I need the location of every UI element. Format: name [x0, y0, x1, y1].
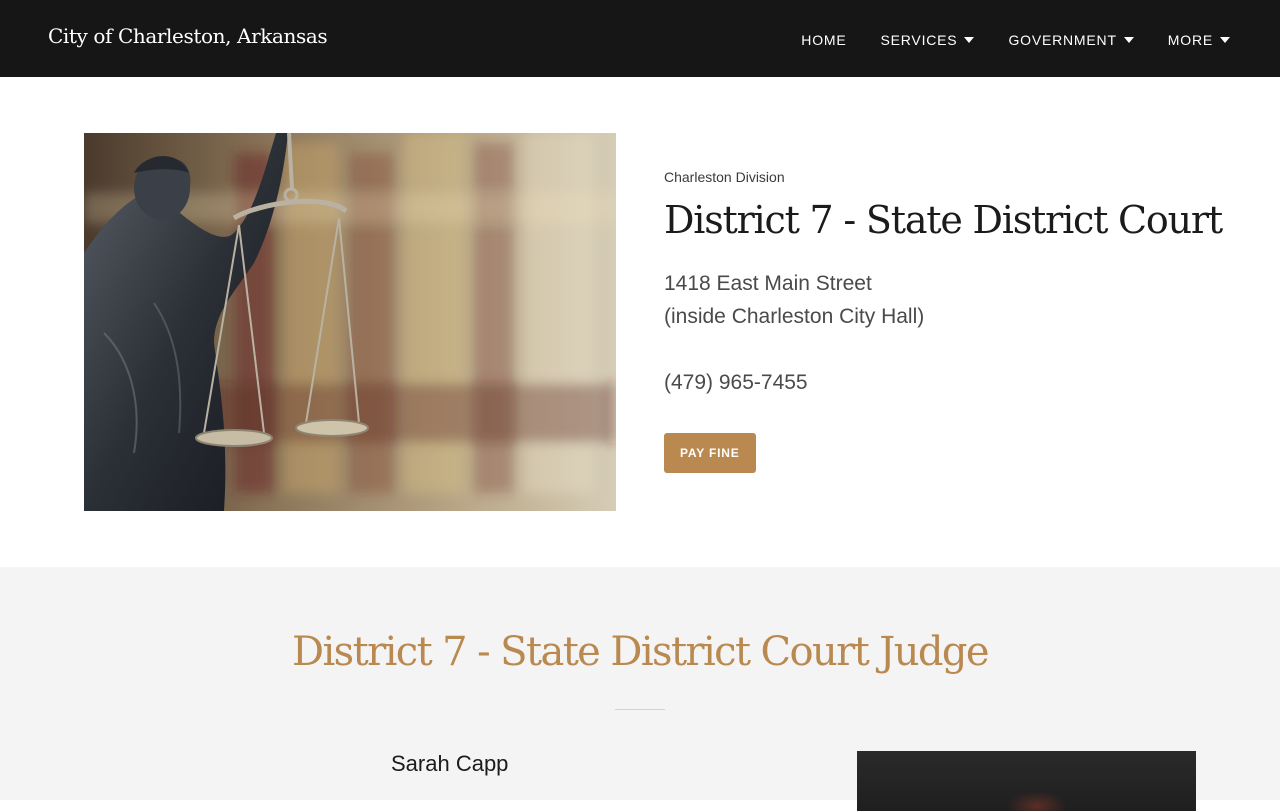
judge-section-heading: District 7 - State District Court Judge [292, 629, 990, 675]
judge-photo-highlight [1007, 791, 1067, 811]
nav-more-label: MORE [1167, 32, 1213, 48]
address-line-2: (inside Charleston City Hall) [664, 304, 925, 328]
nav-home-label: HOME [801, 32, 847, 48]
division-label: Charleston Division [664, 169, 785, 185]
chevron-down-icon [1220, 37, 1230, 43]
court-info-section: Charleston Division District 7 - State D… [0, 77, 1280, 567]
chevron-down-icon [964, 37, 975, 43]
nav-home[interactable]: HOME [801, 32, 846, 48]
judge-section: District 7 - State District Court Judge … [0, 567, 1280, 811]
main-nav: HOME SERVICES GOVERNMENT MORE [801, 32, 1230, 48]
nav-more[interactable]: MORE [1168, 32, 1230, 48]
nav-government-label: GOVERNMENT [1008, 32, 1117, 48]
nav-government[interactable]: GOVERNMENT [1008, 32, 1134, 48]
pay-fine-button[interactable]: PAY FINE [664, 432, 756, 473]
judge-name: Sarah Capp [391, 751, 509, 776]
page-title: District 7 - State District Court [664, 198, 1223, 242]
phone-number[interactable]: (479) 965-7455 [664, 366, 1224, 399]
heading-divider [615, 709, 665, 710]
nav-services[interactable]: SERVICES [881, 32, 975, 48]
address-line-1: 1418 East Main Street [664, 271, 872, 295]
lady-justice-image [84, 133, 616, 511]
judge-photo [857, 751, 1196, 811]
site-title-link[interactable]: City of Charleston, Arkansas [48, 24, 328, 48]
court-details: Charleston Division District 7 - State D… [664, 169, 1224, 473]
site-header: City of Charleston, Arkansas HOME SERVIC… [0, 0, 1280, 77]
chevron-down-icon [1123, 37, 1134, 43]
nav-services-label: SERVICES [880, 32, 958, 48]
